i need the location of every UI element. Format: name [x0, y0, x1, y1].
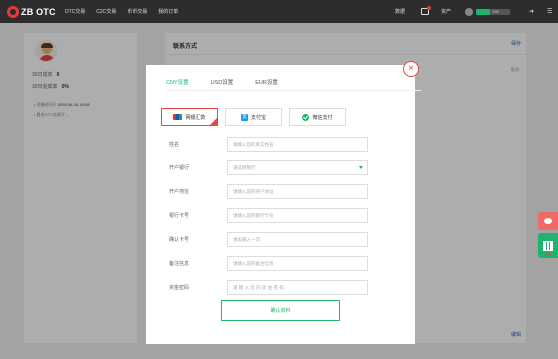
tabs-divider	[166, 90, 421, 91]
label-fund-password: 资金密码	[169, 285, 190, 291]
top-navbar: ZB OTC OTC交易 C2C交易 币币交易 我的订单 数据 资产 10K ➜…	[0, 0, 558, 23]
logo-text: ZB OTC	[21, 6, 56, 17]
confirm-card-input[interactable]: 请再输入一次	[227, 232, 368, 247]
notification-icon[interactable]	[421, 6, 431, 15]
label-confirm-card: 确认卡号	[169, 237, 190, 243]
method-alipay-button[interactable]: 支 支付宝	[225, 108, 282, 126]
balance-value: 10K	[492, 9, 500, 14]
method-wechat-button[interactable]: 微信支付	[289, 108, 346, 126]
bank-select[interactable]: 请选择银行	[227, 160, 368, 175]
close-icon: ×	[408, 63, 414, 74]
unionpay-icon	[173, 114, 183, 120]
nav-coin-trade[interactable]: 币币交易	[127, 8, 147, 15]
menu-icon[interactable]: ☰	[547, 8, 552, 15]
qr-code-icon	[543, 240, 553, 251]
logo-mark-icon	[7, 5, 19, 18]
assets-link[interactable]: 资产	[441, 8, 451, 15]
name-input[interactable]: 请输入您的真实姓名	[227, 137, 368, 152]
payment-settings-modal: CNY设置 USD设置 EUR设置 网银汇款 支 支付宝 微信支付 姓名 请输入…	[146, 65, 421, 344]
user-avatar-icon[interactable]	[465, 8, 473, 16]
selected-corner-icon	[210, 118, 217, 125]
app-label: APP	[545, 253, 553, 257]
balance-indicator[interactable]: 10K	[476, 9, 510, 15]
method-bank-label: 网银汇款	[185, 114, 206, 121]
customer-service-button[interactable]	[538, 212, 558, 230]
bank-select-value: 请选择银行	[233, 165, 256, 170]
notification-badge	[427, 6, 431, 10]
label-name: 姓名	[169, 142, 180, 148]
method-wechat-label: 微信支付	[312, 114, 333, 121]
alipay-icon: 支	[240, 113, 248, 121]
remark-input[interactable]: 请输入您的备注信息	[227, 256, 368, 271]
data-link[interactable]: 数据	[395, 8, 405, 15]
label-card-number: 银行卡号	[169, 213, 190, 219]
logout-icon[interactable]: ➜	[529, 8, 534, 15]
fund-password-input[interactable]: 请输入您的资金密码	[227, 280, 368, 295]
logo[interactable]: ZB OTC	[7, 5, 56, 18]
method-alipay-label: 支付宝	[250, 114, 266, 121]
close-button[interactable]: ×	[403, 61, 419, 77]
nav-c2c-trade[interactable]: C2C交易	[96, 8, 116, 15]
method-bank-transfer-button[interactable]: 网银汇款	[161, 108, 218, 126]
nav-my-orders[interactable]: 我的订单	[158, 8, 178, 15]
label-remark: 备注信息	[169, 261, 190, 267]
wechat-check-icon	[302, 113, 310, 121]
chevron-down-icon	[359, 166, 363, 169]
label-address: 开户地址	[169, 189, 190, 195]
confirm-button[interactable]: 确认资料	[221, 300, 340, 321]
label-bank: 开户银行	[169, 165, 190, 171]
card-number-input[interactable]: 请输入您的银行卡号	[227, 208, 368, 223]
nav-otc-trade[interactable]: OTC交易	[65, 8, 86, 15]
chat-icon	[544, 218, 552, 224]
bank-address-input[interactable]: 请输入您的开户地址	[227, 184, 368, 199]
